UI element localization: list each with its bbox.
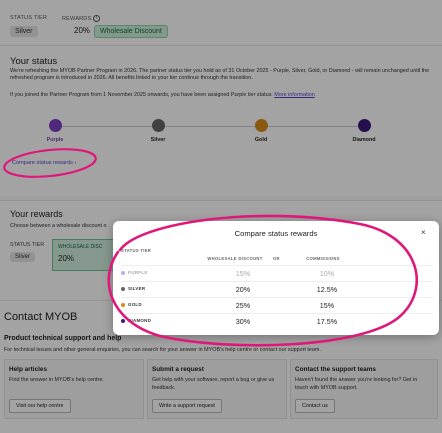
tier-label: PURPLE	[121, 270, 148, 275]
gold-dot-icon	[121, 302, 125, 307]
col-or: OR	[273, 256, 280, 261]
discount-value: 25%	[235, 301, 251, 310]
discount-value: 20%	[235, 285, 251, 294]
commission-value: 12.5%	[316, 285, 338, 294]
tier-row-gold: GOLD 25% 15%	[121, 297, 433, 313]
tier-label: DIAMOND	[121, 318, 151, 323]
diamond-dot-icon	[121, 318, 125, 323]
tier-row-silver: SILVER 20% 12.5%	[121, 281, 433, 297]
commission-value: 15%	[319, 301, 335, 310]
purple-dot-icon	[121, 270, 125, 275]
modal-backdrop[interactable]	[0, 0, 442, 433]
col-wholesale-discount: WHOLESALE DISCOUNT	[207, 256, 263, 261]
discount-value: 30%	[235, 317, 251, 326]
close-icon[interactable]: ×	[421, 228, 426, 237]
col-commissions: COMMISSIONS	[306, 256, 340, 261]
commission-value: 17.5%	[316, 317, 338, 326]
commission-value: 10%	[319, 269, 335, 278]
tier-row-diamond: DIAMOND 30% 17.5%	[121, 313, 433, 329]
col-status-tier: STATUS TIER	[121, 248, 152, 253]
discount-value: 15%	[235, 269, 251, 278]
tier-label: GOLD	[121, 302, 142, 307]
tier-row-purple: PURPLE 15% 10%	[121, 265, 433, 281]
tier-label: SILVER	[121, 286, 145, 291]
silver-dot-icon	[121, 286, 125, 291]
compare-status-rewards-modal: Compare status rewards × STATUS TIER WHO…	[113, 221, 439, 335]
modal-title: Compare status rewards	[234, 229, 318, 238]
